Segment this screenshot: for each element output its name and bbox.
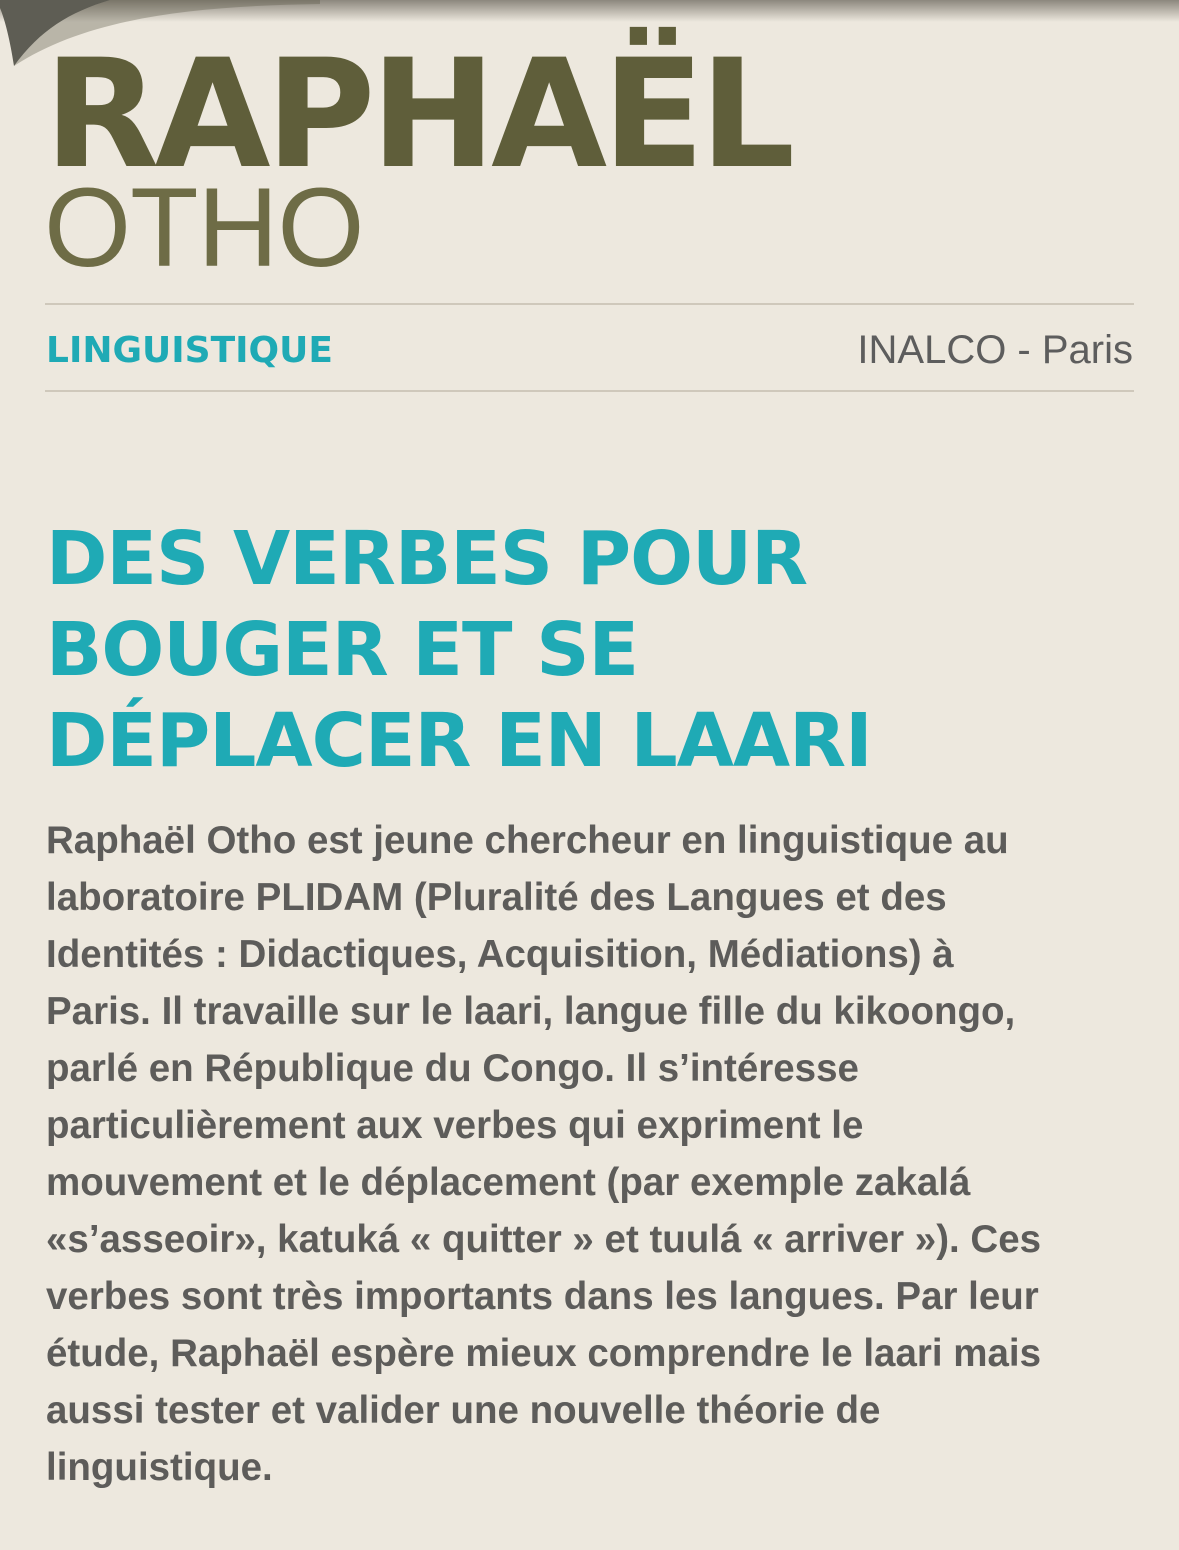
body-line: parlé en République du Congo. Il s’intér… — [46, 1047, 859, 1090]
body-line: laboratoire PLIDAM (Pluralité des Langue… — [46, 876, 947, 919]
body-line: étude, Raphaël espère mieux comprendre l… — [46, 1332, 1042, 1375]
body-line: Raphaël Otho est jeune chercheur en ling… — [46, 819, 1009, 862]
body-line: Paris. Il travaille sur le laari, langue… — [46, 990, 1016, 1033]
discipline-label: LINGUISTIQUE — [46, 330, 333, 371]
body-line: verbes sont très importants dans les lan… — [46, 1275, 1039, 1318]
body-line: «s’asseoir», katuká « quitter » et tuulá… — [46, 1218, 1042, 1261]
body-line: mouvement et le déplacement (par exemple… — [46, 1161, 971, 1204]
divider-top — [45, 303, 1134, 305]
article-headline: DES VERBES POUR BOUGER ET SE DÉPLACER EN… — [46, 514, 1146, 787]
divider-bottom — [45, 390, 1134, 392]
headline-line: BOUGER ET SE — [46, 607, 639, 693]
headline-line: DÉPLACER EN LAARI — [46, 698, 873, 784]
institution-label: INALCO - Paris — [857, 328, 1133, 372]
body-line: linguistique. — [46, 1446, 273, 1489]
body-line: particulièrement aux verbes qui exprimen… — [46, 1104, 864, 1147]
researcher-last-name: OTHO — [44, 165, 365, 290]
body-line: aussi tester et valider une nouvelle thé… — [46, 1389, 881, 1432]
headline-line: DES VERBES POUR — [46, 516, 808, 602]
body-line: Identités : Didactiques, Acquisition, Mé… — [46, 933, 954, 976]
article-body: Raphaël Otho est jeune chercheur en ling… — [46, 812, 1136, 1496]
